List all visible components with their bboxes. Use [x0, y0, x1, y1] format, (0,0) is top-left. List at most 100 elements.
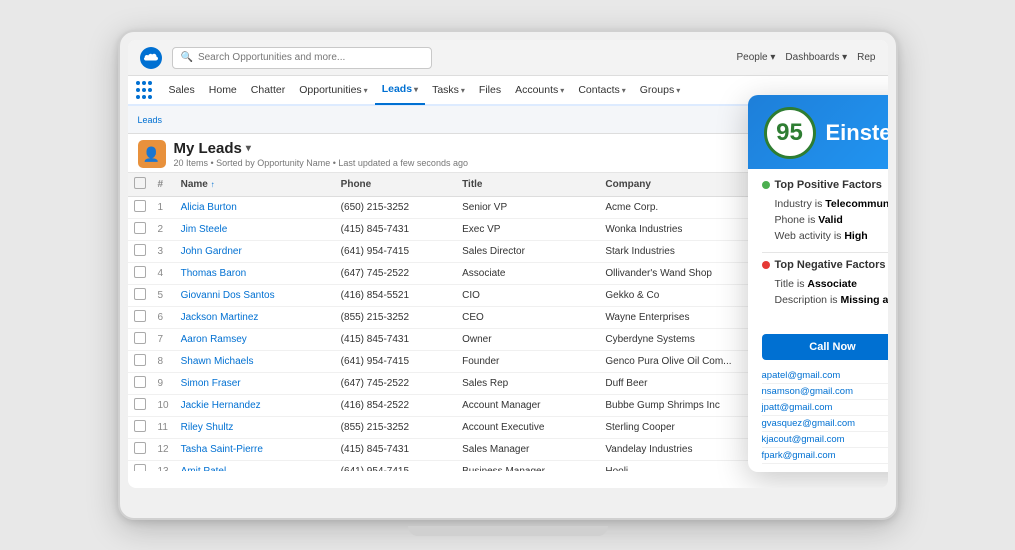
- cell-name[interactable]: Jackson Martinez: [175, 307, 335, 329]
- nav-leads[interactable]: Leads ▾: [375, 75, 425, 105]
- score-panel-body: Top Positive Factors Industry is Telecom…: [748, 169, 888, 326]
- factor-title: Title is Associate: [762, 276, 888, 292]
- cell-checkbox[interactable]: [128, 395, 152, 417]
- nav-tasks[interactable]: Tasks ▾: [425, 75, 472, 105]
- nav-accounts[interactable]: Accounts ▾: [508, 75, 571, 105]
- cell-checkbox[interactable]: [128, 351, 152, 373]
- col-name[interactable]: Name ↑: [175, 173, 335, 197]
- cell-name[interactable]: Shawn Michaels: [175, 351, 335, 373]
- search-icon: 🔍: [181, 52, 193, 63]
- screen: 🔍 Search Opportunities and more... Peopl…: [128, 40, 888, 488]
- cell-phone: (415) 845-7431: [335, 219, 456, 241]
- cell-phone: (855) 215-3252: [335, 417, 456, 439]
- col-title[interactable]: Title: [456, 173, 599, 197]
- email-row[interactable]: kjacout@gmail.com›: [762, 432, 888, 448]
- col-checkbox[interactable]: [128, 173, 152, 197]
- cell-name[interactable]: Aaron Ramsey: [175, 329, 335, 351]
- action-buttons: Call Now Send Email: [748, 326, 888, 368]
- nav-files[interactable]: Files: [472, 75, 508, 105]
- email-address: apatel@gmail.com: [762, 370, 841, 381]
- col-num: #: [152, 173, 175, 197]
- cell-title: Sales Director: [456, 241, 599, 263]
- cell-title: Associate: [456, 263, 599, 285]
- cell-name[interactable]: Simon Fraser: [175, 373, 335, 395]
- apps-icon[interactable]: [136, 81, 154, 99]
- cell-checkbox[interactable]: [128, 417, 152, 439]
- cell-checkbox[interactable]: [128, 439, 152, 461]
- cell-num: 10: [152, 395, 175, 417]
- nav-contacts[interactable]: Contacts ▾: [571, 75, 632, 105]
- topbar-rep[interactable]: Rep: [857, 52, 875, 63]
- nav-groups[interactable]: Groups ▾: [633, 75, 687, 105]
- cell-title: Owner: [456, 329, 599, 351]
- email-address: kjacout@gmail.com: [762, 434, 845, 445]
- col-phone[interactable]: Phone: [335, 173, 456, 197]
- positive-factors-section: Top Positive Factors Industry is Telecom…: [762, 179, 888, 244]
- cell-name[interactable]: Riley Shultz: [175, 417, 335, 439]
- cell-num: 1: [152, 197, 175, 219]
- cell-num: 13: [152, 461, 175, 472]
- cell-name[interactable]: Jackie Hernandez: [175, 395, 335, 417]
- cell-name[interactable]: Alicia Burton: [175, 197, 335, 219]
- email-row[interactable]: jpatt@gmail.com›: [762, 400, 888, 416]
- email-row[interactable]: gvasquez@gmail.com›: [762, 416, 888, 432]
- negative-factors-title: Top Negative Factors: [762, 259, 888, 271]
- cell-checkbox[interactable]: [128, 241, 152, 263]
- nav-opportunities[interactable]: Opportunities ▾: [292, 75, 374, 105]
- nav-sales[interactable]: Sales: [162, 75, 202, 105]
- negative-dot: [762, 261, 770, 269]
- search-bar[interactable]: 🔍 Search Opportunities and more...: [172, 47, 432, 69]
- cell-checkbox[interactable]: [128, 197, 152, 219]
- cell-num: 8: [152, 351, 175, 373]
- cell-checkbox[interactable]: [128, 263, 152, 285]
- cell-checkbox[interactable]: [128, 285, 152, 307]
- cell-checkbox[interactable]: [128, 219, 152, 241]
- cell-checkbox[interactable]: [128, 373, 152, 395]
- cell-name[interactable]: Jim Steele: [175, 219, 335, 241]
- email-row[interactable]: fpark@gmail.com›: [762, 448, 888, 464]
- cell-num: 6: [152, 307, 175, 329]
- topbar-right: People ▾ Dashboards ▾ Rep: [736, 52, 875, 63]
- cell-phone: (641) 954-7415: [335, 241, 456, 263]
- topbar-people[interactable]: People ▾: [736, 52, 775, 63]
- cell-phone: (416) 854-5521: [335, 285, 456, 307]
- cell-checkbox[interactable]: [128, 307, 152, 329]
- score-panel-header: 95 Einstein Score 🧙: [748, 95, 888, 169]
- cell-num: 9: [152, 373, 175, 395]
- top-bar: 🔍 Search Opportunities and more... Peopl…: [128, 40, 888, 76]
- topbar-dashboards[interactable]: Dashboards ▾: [785, 52, 847, 63]
- cell-name[interactable]: Tasha Saint-Pierre: [175, 439, 335, 461]
- nav-chatter[interactable]: Chatter: [244, 75, 292, 105]
- cell-checkbox[interactable]: [128, 461, 152, 472]
- positive-factors-title: Top Positive Factors: [762, 179, 888, 191]
- email-address: fpark@gmail.com: [762, 450, 836, 461]
- cell-title: Senior VP: [456, 197, 599, 219]
- cell-name[interactable]: John Gardner: [175, 241, 335, 263]
- cell-num: 2: [152, 219, 175, 241]
- cell-name[interactable]: Thomas Baron: [175, 263, 335, 285]
- nav-home[interactable]: Home: [202, 75, 244, 105]
- cell-title: Exec VP: [456, 219, 599, 241]
- cell-name[interactable]: Amit Patel: [175, 461, 335, 472]
- cell-title: CEO: [456, 307, 599, 329]
- cell-phone: (641) 954-7415: [335, 461, 456, 472]
- cell-phone: (647) 745-2522: [335, 263, 456, 285]
- cell-title: Founder: [456, 351, 599, 373]
- cell-checkbox[interactable]: [128, 329, 152, 351]
- email-row[interactable]: apatel@gmail.com›: [762, 368, 888, 384]
- cell-num: 3: [152, 241, 175, 263]
- cell-phone: (855) 215-3252: [335, 307, 456, 329]
- breadcrumb-link[interactable]: Leads: [138, 115, 163, 125]
- email-list: apatel@gmail.com›nsamson@gmail.com›jpatt…: [748, 368, 888, 472]
- laptop-base: [408, 526, 608, 536]
- title-dropdown-icon[interactable]: ▾: [246, 143, 251, 154]
- search-placeholder: Search Opportunities and more...: [198, 52, 345, 63]
- call-now-button[interactable]: Call Now: [762, 334, 888, 360]
- email-row[interactable]: nsamson@gmail.com›: [762, 384, 888, 400]
- cell-num: 4: [152, 263, 175, 285]
- score-title: Einstein Score: [826, 120, 888, 146]
- cell-phone: (641) 954-7415: [335, 351, 456, 373]
- cell-phone: (415) 845-7431: [335, 329, 456, 351]
- negative-factors-section: Top Negative Factors Title is Associate …: [762, 259, 888, 308]
- cell-name[interactable]: Giovanni Dos Santos: [175, 285, 335, 307]
